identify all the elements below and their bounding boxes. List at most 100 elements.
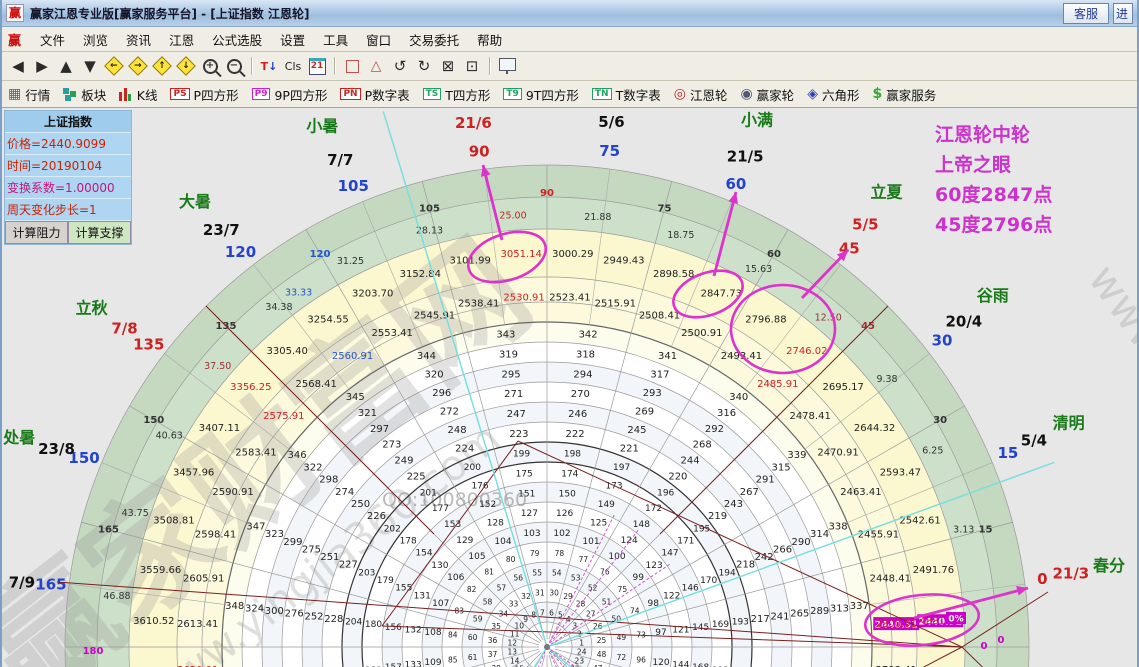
svg-text:203: 203 bbox=[358, 568, 375, 578]
diamond-down-icon[interactable]: ↓ bbox=[174, 55, 198, 77]
menu-item-文件[interactable]: 文件 bbox=[31, 31, 74, 50]
svg-text:294: 294 bbox=[573, 369, 592, 380]
svg-text:21/5: 21/5 bbox=[727, 148, 764, 166]
svg-text:79: 79 bbox=[530, 549, 540, 558]
diamond-up-icon[interactable]: ↑ bbox=[150, 55, 174, 77]
presentation-icon[interactable] bbox=[495, 55, 519, 77]
svg-text:109: 109 bbox=[424, 658, 441, 667]
square-shape-icon[interactable] bbox=[340, 55, 364, 77]
svg-text:48: 48 bbox=[597, 650, 607, 659]
svg-text:34.38: 34.38 bbox=[265, 302, 292, 313]
menu-item-窗口[interactable]: 窗口 bbox=[357, 31, 400, 50]
svg-text:18.75: 18.75 bbox=[667, 230, 694, 241]
module-t-square[interactable]: TS T四方形 bbox=[422, 85, 490, 104]
svg-text:30: 30 bbox=[932, 332, 953, 350]
svg-text:150: 150 bbox=[559, 489, 576, 499]
svg-text:202: 202 bbox=[384, 524, 401, 534]
svg-text:3407.11: 3407.11 bbox=[199, 423, 240, 434]
menu-item-资讯[interactable]: 资讯 bbox=[117, 31, 160, 50]
module-sectors[interactable]: 板块 bbox=[63, 85, 106, 104]
module-kline[interactable]: K线 bbox=[119, 85, 157, 104]
menu-item-公式选股[interactable]: 公式选股 bbox=[203, 31, 271, 50]
module-quotes[interactable]: ▦ 行情 bbox=[8, 85, 50, 104]
svg-text:25.00: 25.00 bbox=[499, 210, 526, 221]
svg-text:152: 152 bbox=[479, 500, 496, 510]
menu-item-设置[interactable]: 设置 bbox=[271, 31, 314, 50]
diamond-left-icon[interactable]: ← bbox=[102, 55, 126, 77]
svg-text:30: 30 bbox=[933, 415, 947, 426]
svg-text:300: 300 bbox=[265, 606, 284, 617]
svg-text:0%: 0% bbox=[948, 615, 963, 625]
svg-text:225: 225 bbox=[407, 471, 426, 482]
svg-text:55: 55 bbox=[532, 569, 542, 578]
svg-text:21/3: 21/3 bbox=[1052, 564, 1089, 582]
menu-item-江恩[interactable]: 江恩 bbox=[160, 31, 203, 50]
svg-text:346: 346 bbox=[288, 450, 307, 461]
svg-text:102: 102 bbox=[553, 529, 570, 539]
arrow-down-icon[interactable]: ▼ bbox=[78, 55, 102, 77]
svg-text:2583.41: 2583.41 bbox=[235, 448, 276, 459]
arrow-right-icon[interactable]: ▶ bbox=[30, 55, 54, 77]
svg-text:2545.91: 2545.91 bbox=[414, 311, 455, 322]
calc-support-button[interactable]: 计算支撑 bbox=[68, 221, 131, 244]
svg-text:7/8: 7/8 bbox=[111, 320, 137, 338]
menu-item-工具[interactable]: 工具 bbox=[314, 31, 357, 50]
svg-text:72: 72 bbox=[617, 653, 627, 662]
svg-text:2523.41: 2523.41 bbox=[549, 293, 590, 304]
svg-text:296: 296 bbox=[432, 388, 451, 399]
module-9t-square[interactable]: T9 9T四方形 bbox=[503, 85, 579, 104]
rotate-cw-icon[interactable]: ↻ bbox=[412, 55, 436, 77]
svg-text:174: 174 bbox=[561, 469, 578, 479]
svg-text:21.88: 21.88 bbox=[584, 212, 611, 223]
svg-text:3051.14: 3051.14 bbox=[501, 249, 542, 260]
arrow-left-icon[interactable]: ◀ bbox=[6, 55, 30, 77]
svg-text:8: 8 bbox=[531, 611, 536, 620]
module-9p-square[interactable]: P9 9P四方形 bbox=[251, 85, 327, 104]
menu-item-浏览[interactable]: 浏览 bbox=[74, 31, 117, 50]
arrow-up-icon[interactable]: ▲ bbox=[54, 55, 78, 77]
triangle-shape-icon[interactable]: △ bbox=[364, 55, 388, 77]
cls-button[interactable]: Cls bbox=[281, 55, 305, 77]
svg-text:43.75: 43.75 bbox=[122, 508, 149, 519]
title-bar: 赢 赢家江恩专业版[赢家服务平台] - [上证指数 江恩轮] 客服 进 bbox=[2, 0, 1137, 27]
module-winner-service[interactable]: $ 赢家服务 bbox=[872, 85, 936, 104]
fullscreen-icon[interactable]: ⊠ bbox=[436, 55, 460, 77]
svg-text:59: 59 bbox=[473, 614, 483, 623]
svg-text:15: 15 bbox=[997, 444, 1018, 462]
svg-text:77: 77 bbox=[579, 555, 589, 564]
t-updown-icon[interactable]: T↓ bbox=[257, 55, 281, 77]
svg-text:221: 221 bbox=[620, 443, 639, 454]
svg-text:3457.96: 3457.96 bbox=[173, 468, 214, 479]
calc-resistance-button[interactable]: 计算阻力 bbox=[5, 221, 68, 244]
module-t-table[interactable]: TN T数字表 bbox=[591, 85, 661, 104]
customer-service-button[interactable]: 客服 bbox=[1062, 2, 1109, 24]
svg-text:3508.81: 3508.81 bbox=[153, 515, 194, 526]
svg-text:124: 124 bbox=[621, 536, 638, 546]
menu-item-帮助[interactable]: 帮助 bbox=[468, 31, 511, 50]
fit-view-icon[interactable]: ⊡ bbox=[460, 55, 484, 77]
svg-text:196: 196 bbox=[657, 488, 674, 498]
rotate-ccw-icon[interactable]: ↺ bbox=[388, 55, 412, 77]
svg-text:129: 129 bbox=[456, 536, 473, 546]
svg-text:194: 194 bbox=[719, 568, 736, 578]
svg-text:276: 276 bbox=[285, 609, 304, 620]
diamond-right-icon[interactable]: → bbox=[126, 55, 150, 77]
module-p-square[interactable]: PS P四方形 bbox=[170, 85, 239, 104]
module-gann-wheel[interactable]: ◎ 江恩轮 bbox=[674, 85, 728, 104]
calendar-icon[interactable]: 21 bbox=[305, 55, 329, 77]
menu-item-交易委托[interactable]: 交易委托 bbox=[400, 31, 468, 50]
svg-text:131: 131 bbox=[414, 591, 431, 601]
svg-text:76: 76 bbox=[600, 568, 610, 577]
module-hexagon[interactable]: ◈ 六角形 bbox=[807, 85, 859, 104]
module-winner-wheel[interactable]: ◉ 赢家轮 bbox=[740, 85, 794, 104]
clipped-button[interactable]: 进 bbox=[1113, 2, 1133, 24]
svg-text:2515.91: 2515.91 bbox=[595, 299, 636, 310]
module-p-table[interactable]: PN P数字表 bbox=[340, 85, 410, 104]
svg-text:3.13: 3.13 bbox=[953, 524, 974, 535]
svg-text:53: 53 bbox=[571, 574, 581, 583]
zoom-in-icon[interactable]: + bbox=[198, 55, 222, 77]
zoom-out-icon[interactable]: − bbox=[222, 55, 246, 77]
svg-text:120: 120 bbox=[652, 658, 669, 667]
svg-text:3305.40: 3305.40 bbox=[267, 346, 308, 357]
svg-text:2800.91: 2800.91 bbox=[876, 619, 917, 630]
